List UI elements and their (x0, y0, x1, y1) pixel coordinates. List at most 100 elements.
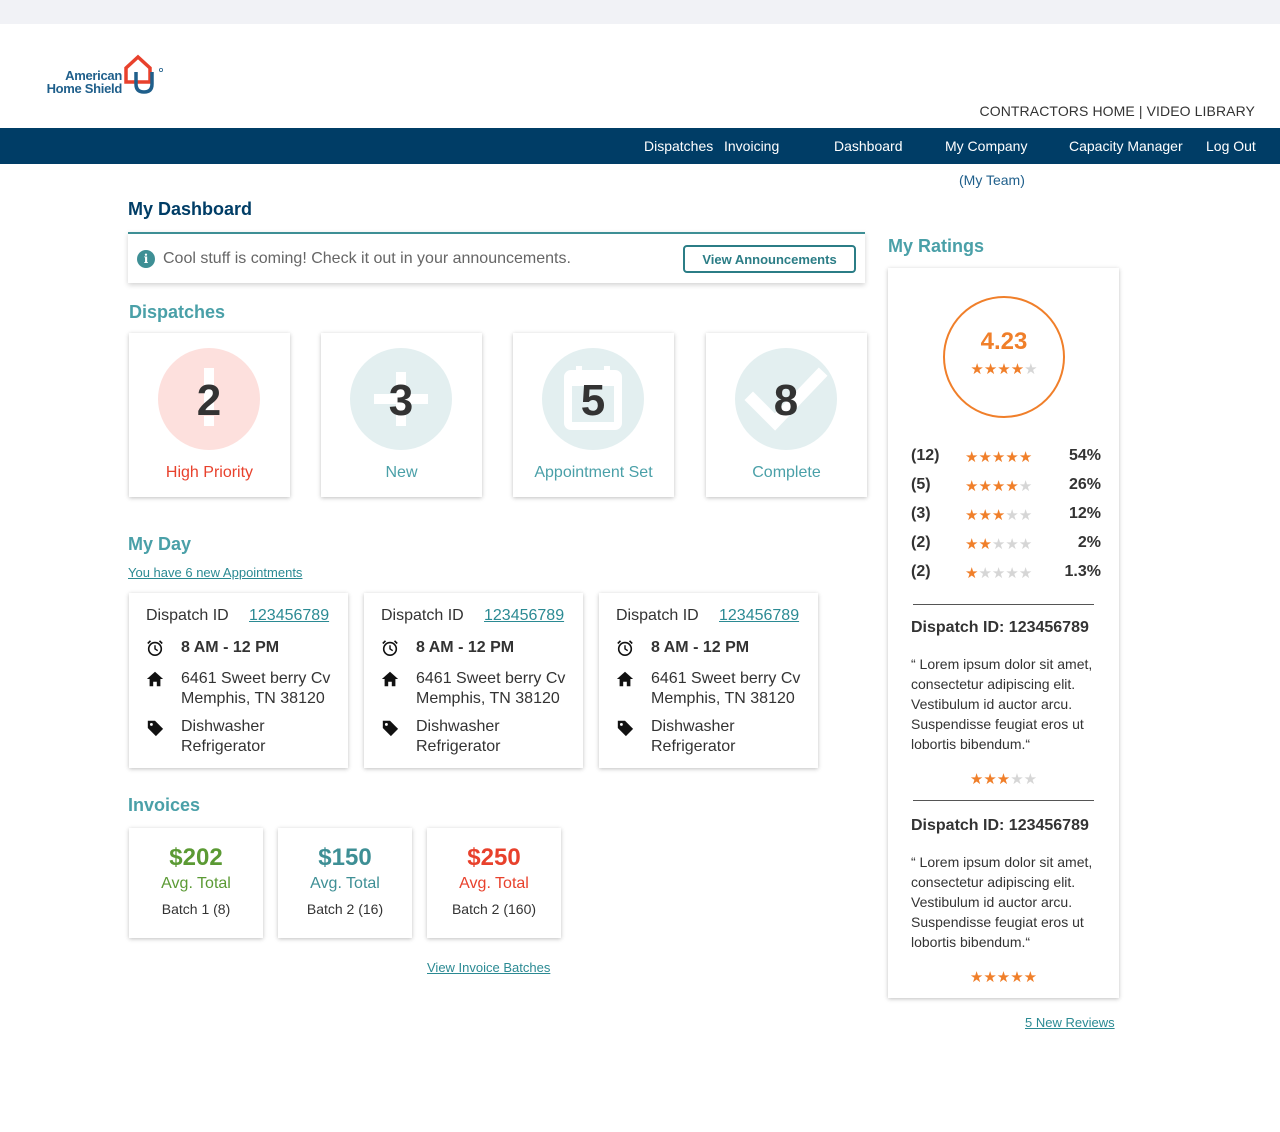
star-icon: ★ (965, 564, 979, 582)
review-text: “ Lorem ipsum dolor sit amet, consectetu… (911, 854, 1093, 950)
dispatch-circle: 2 (158, 348, 260, 450)
nav-item-log-out[interactable]: Log Out (1206, 138, 1256, 154)
star-icon: ★ (1023, 968, 1038, 986)
appointment-time: 8 AM - 12 PM (416, 639, 515, 656)
ratings-panel: 4.23 ★★★★★ (12) ★★★★★ 54% (5) ★★★★★ 26% … (888, 268, 1119, 998)
star-icon: ★ (1010, 770, 1024, 788)
dispatch-id-link[interactable]: 123456789 (719, 607, 799, 625)
appointment-card[interactable]: Dispatch ID 123456789 8 AM - 12 PM 6461 … (129, 593, 348, 768)
nav-item-dispatches[interactable]: Dispatches (644, 138, 713, 154)
review-title: Dispatch ID: 123456789 (911, 817, 1089, 834)
tag-icon (617, 720, 634, 737)
home-icon (381, 671, 399, 687)
star-icon: ★ (983, 360, 998, 378)
star-icon: ★ (1005, 477, 1019, 495)
star-icon: ★ (1005, 535, 1019, 553)
star-icon: ★ (991, 535, 1006, 553)
invoice-card[interactable]: $202 Avg. Total Batch 1 (8) (129, 828, 263, 938)
dispatch-circle: 5 (542, 348, 644, 450)
invoice-batch: Batch 2 (160) (451, 901, 537, 917)
invoice-avg-label: Avg. Total (459, 875, 529, 892)
rating-breakdown-row: (12) ★★★★★ 54% (911, 447, 1101, 467)
dispatch-id-link[interactable]: 123456789 (249, 607, 329, 625)
star-icon: ★ (978, 535, 992, 553)
nav-item-my-company[interactable]: My Company (945, 138, 1027, 154)
dispatch-circle: 8 (735, 348, 837, 450)
my-ratings-title: My Ratings (888, 236, 985, 256)
alarm-clock-icon (382, 640, 398, 657)
star-icon: ★ (1018, 564, 1033, 582)
rating-count: (2) (911, 563, 931, 580)
appointment-address-line-1: 6461 Sweet berry Cv (181, 670, 331, 687)
new-appointments-link[interactable]: You have 6 new Appointments (128, 565, 302, 580)
rating-percent: 1.3% (1064, 563, 1101, 580)
appointment-address-line-2: Memphis, TN 38120 (651, 690, 795, 707)
appointment-item-2: Refrigerator (651, 738, 736, 755)
dispatch-card-appointment-set[interactable]: 5 Appointment Set (513, 333, 674, 497)
dispatch-label: Complete (752, 464, 821, 481)
appointment-card[interactable]: Dispatch ID 123456789 8 AM - 12 PM 6461 … (599, 593, 818, 768)
rating-breakdown-row: (3) ★★★★★ 12% (911, 505, 1101, 525)
appointment-time: 8 AM - 12 PM (181, 639, 280, 656)
star-icon: ★ (969, 770, 984, 788)
star-icon: ★ (1024, 360, 1038, 378)
dispatches-title: Dispatches (129, 302, 226, 322)
invoice-amount: $202 (169, 844, 223, 871)
rating-count: (2) (911, 534, 931, 551)
star-icon: ★ (1005, 448, 1019, 466)
star-icon: ★ (1018, 535, 1033, 553)
invoice-amount: $150 (318, 844, 372, 871)
my-day-title: My Day (128, 534, 192, 554)
star-icon: ★ (991, 506, 1006, 524)
view-announcements-button[interactable]: View Announcements (683, 245, 856, 273)
rating-breakdown-row: (5) ★★★★★ 26% (911, 476, 1101, 496)
rating-breakdown-row: (2) ★★★★★ 2% (911, 534, 1101, 554)
star-icon: ★ (991, 564, 1006, 582)
nav-item-dashboard[interactable]: Dashboard (834, 138, 903, 154)
rating-row-stars: ★★★★★ (965, 536, 1032, 554)
invoice-card[interactable]: $150 Avg. Total Batch 2 (16) (278, 828, 412, 938)
dispatch-label: New (385, 464, 418, 481)
dispatch-count: 2 (196, 376, 222, 425)
star-icon: ★ (1023, 770, 1038, 788)
american-home-shield-logo[interactable]: American Home Shield (40, 54, 170, 100)
invoice-card[interactable]: $250 Avg. Total Batch 2 (160) (427, 828, 561, 938)
rating-percent: 26% (1068, 476, 1101, 493)
rating-count: (12) (911, 447, 940, 464)
nav-item-invoicing[interactable]: Invoicing (724, 138, 779, 154)
dispatch-card-high-priority[interactable]: 2 High Priority (129, 333, 290, 497)
divider (913, 604, 1094, 605)
dispatch-id-label: Dispatch ID (381, 607, 464, 624)
rating-row-stars: ★★★★★ (965, 478, 1032, 496)
home-icon (146, 671, 164, 687)
rating-breakdown-row: (2) ★★★★★ 1.3% (911, 563, 1101, 583)
invoice-amount: $250 (467, 844, 521, 871)
rating-percent: 54% (1068, 447, 1101, 464)
appointment-address-line-2: Memphis, TN 38120 (181, 690, 325, 707)
rating-row-stars: ★★★★★ (965, 565, 1032, 583)
rating-row-stars: ★★★★★ (965, 507, 1032, 525)
invoice-avg-label: Avg. Total (161, 875, 231, 892)
star-icon: ★ (996, 968, 1011, 986)
star-icon: ★ (1005, 564, 1019, 582)
new-reviews-link[interactable]: 5 New Reviews (1025, 1015, 1115, 1030)
appointment-item-2: Refrigerator (416, 738, 501, 755)
house-shield-icon (124, 54, 164, 94)
view-invoice-batches-link[interactable]: View Invoice Batches (427, 960, 550, 975)
appointment-card[interactable]: Dispatch ID 123456789 8 AM - 12 PM 6461 … (364, 593, 583, 768)
tag-icon (147, 720, 164, 737)
page-title: My Dashboard (128, 199, 253, 219)
rating-score: 4.23 (980, 328, 1028, 355)
appointment-item-1: Dishwasher (181, 718, 265, 735)
top-strip (0, 0, 1280, 24)
video-library-link[interactable]: VIDEO LIBRARY (1147, 103, 1255, 119)
nav-subitem-my-team[interactable]: (My Team) (959, 172, 1025, 188)
nav-item-capacity-manager[interactable]: Capacity Manager (1069, 138, 1183, 154)
dispatch-id-link[interactable]: 123456789 (484, 607, 564, 625)
star-icon: ★ (1018, 448, 1033, 466)
rating-count: (3) (911, 505, 931, 522)
dispatch-card-new[interactable]: 3 New (321, 333, 482, 497)
star-icon: ★ (965, 448, 979, 466)
contractors-home-link[interactable]: CONTRACTORS HOME (980, 103, 1135, 119)
dispatch-card-complete[interactable]: 8 Complete (706, 333, 867, 497)
